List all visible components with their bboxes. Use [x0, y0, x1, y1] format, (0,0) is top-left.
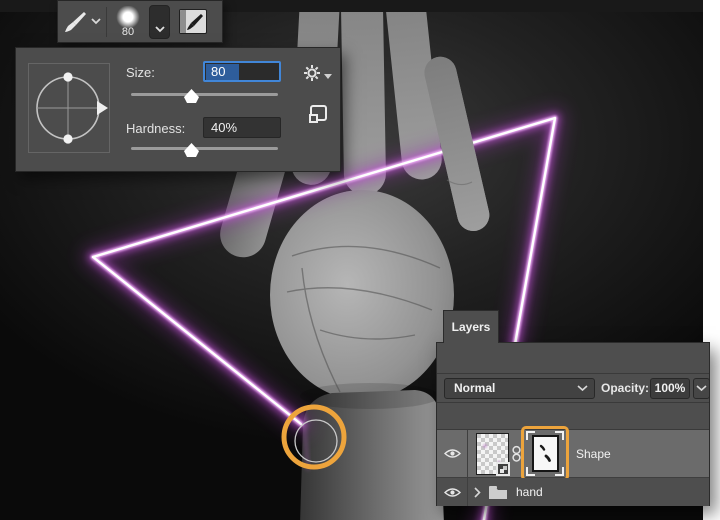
brush-settings-popup: Size: 80 Hardness: 40% [15, 47, 341, 172]
chevron-down-icon [154, 25, 165, 32]
smart-object-badge-icon [496, 461, 510, 476]
divider [106, 6, 107, 37]
size-input[interactable]: 80 [203, 61, 281, 82]
caret-down-icon [324, 73, 332, 79]
blend-mode-value: Normal [454, 381, 496, 395]
layers-tab-label: Layers [451, 320, 491, 334]
layer-name: Shape [576, 446, 611, 461]
layer-row-hand[interactable]: hand [437, 478, 709, 506]
gear-icon [304, 65, 320, 81]
layer-row-shape[interactable]: Shape [437, 426, 709, 481]
soft-brush-preview-icon [116, 5, 140, 28]
chevron-down-icon [577, 385, 588, 392]
layer-mask-thumbnail[interactable] [531, 435, 559, 472]
brush-panel-icon [187, 14, 203, 30]
opacity-label: Opacity: [601, 381, 650, 395]
size-slider-thumb[interactable] [184, 89, 199, 103]
chevron-down-icon [90, 18, 101, 25]
opacity-value-text: 100% [654, 381, 686, 395]
hardness-label: Hardness: [126, 121, 186, 136]
blend-mode-select[interactable]: Normal [444, 378, 595, 399]
brush-angle-control [36, 72, 108, 144]
hardness-slider[interactable] [131, 143, 278, 157]
eye-icon [443, 487, 461, 497]
tool-options-bar: 80 [57, 0, 223, 43]
size-label: Size: [126, 65, 155, 80]
visibility-toggle[interactable] [437, 430, 468, 477]
chevron-down-icon [696, 385, 707, 392]
opacity-value-field[interactable]: 100% [650, 378, 690, 399]
photoshop-tutorial-screenshot: 80 Size: 80 Hardness: 40% Layers Normal … [0, 0, 720, 520]
mask-paint-marks [539, 444, 551, 462]
brush-preset-preview[interactable]: 80 [111, 5, 145, 38]
group-disclosure-chevron[interactable] [474, 486, 481, 498]
eye-icon [443, 449, 461, 458]
tab-layers[interactable]: Layers [443, 310, 499, 343]
blend-options-row: Normal Opacity: 100% [437, 373, 710, 403]
mask-thumbnail-highlight [521, 426, 569, 481]
brush-angle-roundness-control[interactable] [28, 63, 110, 153]
visibility-toggle[interactable] [437, 478, 468, 506]
opacity-dropdown-button[interactable] [693, 378, 710, 399]
size-slider[interactable] [131, 89, 278, 103]
hardness-slider-thumb[interactable] [184, 143, 199, 157]
hardness-value-text: 40% [211, 119, 238, 135]
layer-name: hand [516, 485, 543, 499]
group-folder-icon [488, 485, 508, 500]
hardness-input[interactable]: 40% [203, 117, 281, 138]
chevron-right-icon [474, 486, 481, 498]
size-value-selected-text: 80 [206, 63, 240, 80]
layer-thumbnail[interactable] [476, 432, 510, 476]
toggle-brush-settings-button[interactable] [179, 9, 207, 34]
layers-panel: Layers Normal Opacity: 100% Shape hand [436, 310, 710, 506]
create-new-brush-button[interactable] [307, 104, 329, 124]
brush-tool-button[interactable] [58, 3, 104, 40]
popup-menu-button[interactable] [303, 62, 335, 84]
brush-preset-picker-button[interactable] [149, 4, 170, 39]
new-brush-preset-icon [309, 105, 327, 123]
brush-size-readout: 80 [121, 25, 135, 38]
brush-icon [64, 11, 86, 32]
